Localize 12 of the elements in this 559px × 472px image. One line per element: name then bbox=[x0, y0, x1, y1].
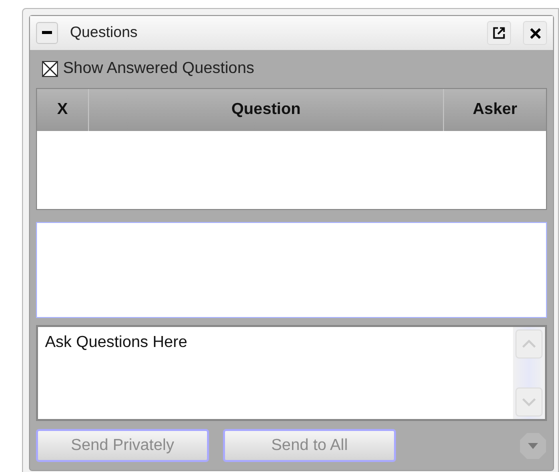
close-icon bbox=[530, 28, 540, 38]
column-header[interactable]: Asker bbox=[444, 89, 546, 131]
ask-field[interactable]: Ask Questions Here bbox=[36, 325, 547, 421]
checkbox-label: Show Answered Questions bbox=[63, 59, 254, 79]
cross-icon bbox=[43, 62, 57, 76]
pop-out-button[interactable] bbox=[487, 21, 511, 45]
minus-icon bbox=[42, 31, 52, 35]
pop-out-icon bbox=[493, 27, 505, 39]
panel-title: Questions bbox=[70, 22, 139, 43]
close-button[interactable] bbox=[523, 21, 547, 45]
show-answered-checkbox[interactable] bbox=[42, 61, 58, 77]
collapse-button[interactable] bbox=[36, 22, 58, 44]
